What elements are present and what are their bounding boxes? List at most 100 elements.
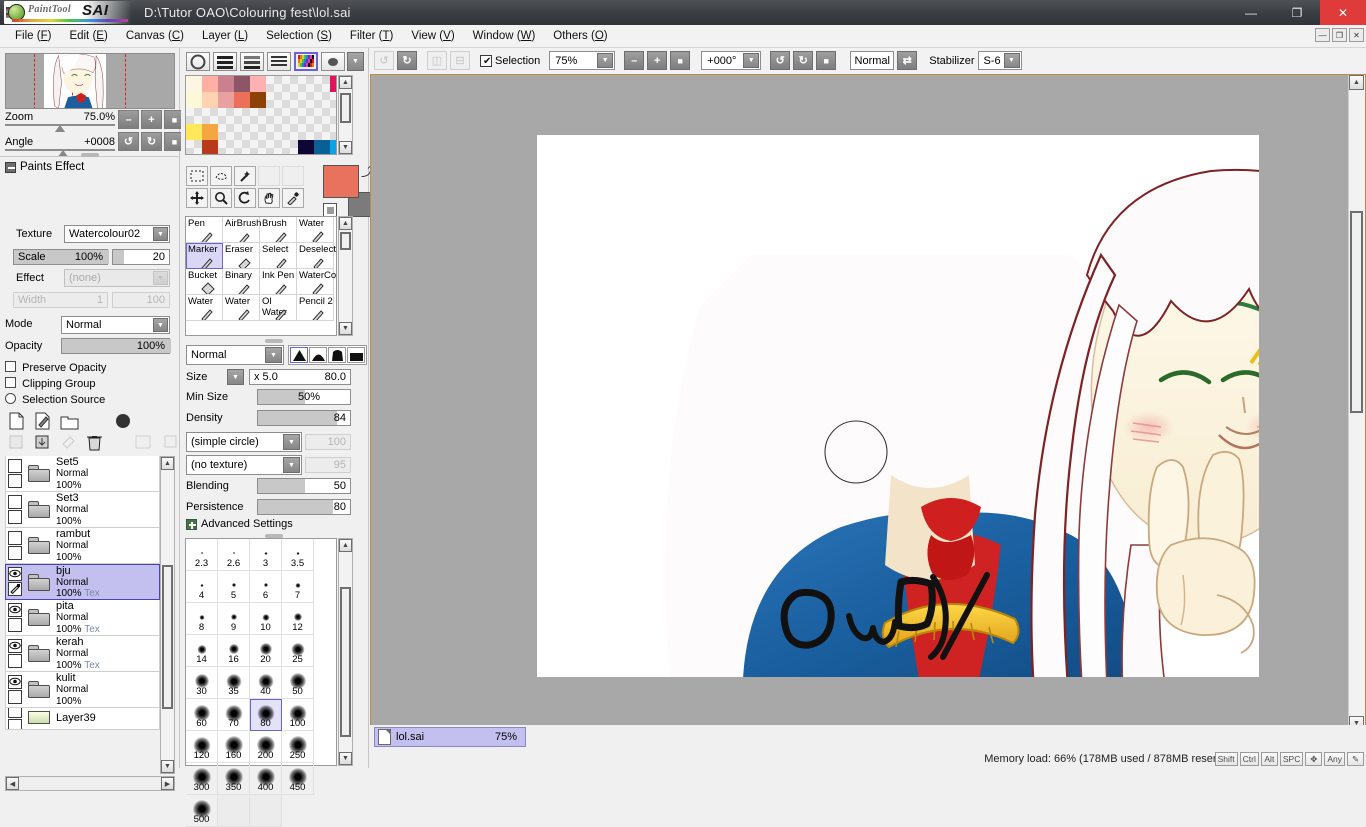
swatch-scroll-up-button[interactable]: ▲ bbox=[339, 76, 352, 89]
canvas-viewport[interactable] bbox=[371, 75, 1349, 731]
brush-blend-mode-combo[interactable]: Normal ▼ bbox=[186, 345, 284, 365]
layer-list-scrollbar[interactable]: ▲ ▼ bbox=[160, 456, 175, 774]
color-swatch[interactable] bbox=[202, 124, 218, 140]
layer-visibility-checkbox[interactable] bbox=[8, 567, 22, 581]
layer-selection-source-checkbox[interactable] bbox=[8, 718, 22, 729]
layer-selection-source-checkbox[interactable] bbox=[8, 582, 22, 596]
brush-scroll-thumb[interactable] bbox=[340, 232, 351, 250]
layer-selection-source-checkbox[interactable] bbox=[8, 473, 22, 488]
size-preset-160[interactable]: 160 bbox=[218, 731, 250, 763]
size-preset-7[interactable]: 7 bbox=[282, 571, 314, 603]
collapse-toggle-icon[interactable] bbox=[5, 161, 16, 173]
layer-visibility-checkbox[interactable] bbox=[8, 458, 22, 473]
size-scroll-thumb[interactable] bbox=[340, 587, 351, 737]
canvas-vscroll-thumb[interactable] bbox=[1350, 211, 1363, 413]
color-swatch[interactable] bbox=[186, 124, 202, 140]
brush-tool-water[interactable]: Water bbox=[223, 295, 260, 321]
color-panel-menu-button[interactable]: ▼ bbox=[347, 52, 364, 71]
layer-row[interactable]: Set3 Normal 100% bbox=[5, 492, 160, 528]
size-preset-500[interactable]: 500 bbox=[186, 795, 218, 827]
merge-down-icon[interactable] bbox=[34, 434, 51, 451]
selection-source-radio[interactable] bbox=[5, 393, 16, 404]
brush-scroll-down-button[interactable]: ▼ bbox=[339, 322, 352, 335]
color-swatch[interactable] bbox=[202, 92, 218, 108]
size-scroll-up-button[interactable]: ▲ bbox=[339, 539, 352, 552]
brush-size-preset-grid[interactable]: 2.3 2.6 3 3.5 4 5 6 7 8 9 10 12 14 16 20 25 30 35 40 50 60 70… bbox=[185, 538, 337, 827]
size-preset-button[interactable]: ▼ bbox=[227, 369, 244, 385]
size-preset-120[interactable]: 120 bbox=[186, 731, 218, 763]
color-swatch[interactable] bbox=[330, 76, 336, 92]
brush-tool-ink-pen[interactable]: Ink Pen bbox=[260, 269, 297, 295]
layer-visibility-checkbox[interactable] bbox=[8, 674, 22, 689]
magic-wand-icon[interactable] bbox=[234, 166, 256, 186]
flat-tip-icon[interactable] bbox=[328, 347, 346, 363]
rotate-icon[interactable] bbox=[234, 188, 256, 208]
color-swatch[interactable] bbox=[250, 92, 266, 108]
paints-effect-header[interactable]: Paints Effect bbox=[5, 161, 84, 173]
empty-tool-slot-1[interactable] bbox=[258, 166, 280, 186]
size-preset-3.5[interactable]: 3.5 bbox=[282, 539, 314, 571]
size-preset-60[interactable]: 60 bbox=[186, 699, 218, 731]
square-tip-icon[interactable] bbox=[347, 347, 365, 363]
brush-tool-airbrush[interactable]: AirBrush bbox=[223, 217, 261, 243]
selection-checkbox[interactable]: ✔ bbox=[480, 54, 492, 67]
size-preset-12[interactable]: 12 bbox=[282, 603, 314, 635]
color-swatch[interactable] bbox=[250, 76, 266, 92]
opacity-slider[interactable]: 100% bbox=[61, 338, 171, 354]
size-preset-250[interactable]: 250 bbox=[282, 731, 314, 763]
panel-divider-grip[interactable] bbox=[81, 153, 99, 157]
swap-icon[interactable]: ⇄ bbox=[897, 51, 918, 70]
size-slider[interactable]: x 5.0 80.0 bbox=[249, 369, 351, 385]
mdi-minimize-button[interactable]: — bbox=[1315, 28, 1330, 42]
size-preset-4[interactable]: 4 bbox=[186, 571, 218, 603]
layer-visibility-checkbox[interactable] bbox=[8, 602, 22, 617]
lasso-select-icon[interactable] bbox=[210, 166, 232, 186]
canvas-vertical-scrollbar[interactable]: ▲ ▼ bbox=[1348, 75, 1365, 731]
minsize-slider[interactable]: 50% bbox=[257, 389, 351, 405]
brush-tool-waterco[interactable]: WaterCo bbox=[297, 269, 336, 295]
swatches-icon[interactable] bbox=[294, 52, 318, 71]
layer-row[interactable]: pita Normal 100% Tex bbox=[5, 600, 160, 636]
canvas-rotate-right-button[interactable]: ↻ bbox=[793, 51, 814, 70]
size-preset-25[interactable]: 25 bbox=[282, 635, 314, 667]
brush-tool-pen[interactable]: Pen bbox=[186, 217, 223, 243]
close-button[interactable]: ✕ bbox=[1320, 0, 1366, 25]
layer-row[interactable]: rambut Normal 100% bbox=[5, 528, 160, 564]
delete-layer-icon[interactable] bbox=[86, 434, 103, 452]
zoom-out-button[interactable]: – bbox=[118, 110, 139, 129]
rotate-left-button[interactable]: ↺ bbox=[118, 132, 139, 151]
eyedropper-icon[interactable] bbox=[282, 188, 304, 208]
chevron-down-icon-cangle[interactable]: ▼ bbox=[743, 53, 760, 68]
rgb-sliders-icon[interactable] bbox=[213, 52, 237, 71]
move-icon[interactable] bbox=[186, 188, 208, 208]
color-swatch[interactable] bbox=[234, 92, 250, 108]
brush-tool-ol-water[interactable]: Ol Water bbox=[260, 295, 297, 321]
stabilizer-combo[interactable]: S-6 ▼ bbox=[977, 51, 1022, 70]
zoom-slider-knob[interactable] bbox=[55, 125, 65, 132]
brush-divider-grip[interactable] bbox=[265, 339, 283, 343]
scale-amount-slider[interactable]: 20 bbox=[112, 249, 170, 265]
mode-combo[interactable]: Normal ▼ bbox=[61, 316, 170, 334]
layer-scroll-up-button[interactable]: ▲ bbox=[161, 457, 174, 470]
foreground-color-swatch[interactable] bbox=[323, 165, 359, 198]
size-grid-scrollbar[interactable]: ▲ ▼ bbox=[338, 538, 353, 766]
size-preset-80[interactable]: 80 bbox=[250, 699, 282, 731]
layer-visibility-checkbox[interactable] bbox=[8, 494, 22, 509]
menu-canvas[interactable]: Canvas (C) bbox=[117, 27, 193, 45]
size-preset-2.3[interactable]: 2.3 bbox=[186, 539, 218, 571]
brush-tool-water[interactable]: Water bbox=[186, 295, 223, 321]
color-swatch[interactable] bbox=[314, 140, 330, 154]
hsv-sliders-icon[interactable] bbox=[240, 52, 264, 71]
color-swatch[interactable] bbox=[234, 76, 250, 92]
brush-tool-eraser[interactable]: Eraser bbox=[223, 243, 260, 269]
brush-tool-binary[interactable]: Binary bbox=[223, 269, 260, 295]
canvas-zoom-out-button[interactable]: – bbox=[624, 51, 645, 70]
chevron-down-icon-mode[interactable]: ▼ bbox=[153, 318, 168, 332]
chevron-down-icon-blend[interactable]: ▼ bbox=[265, 347, 282, 363]
navigator-preview[interactable] bbox=[5, 53, 175, 109]
color-swatch[interactable] bbox=[218, 76, 234, 92]
layer-selection-source-checkbox[interactable] bbox=[8, 617, 22, 632]
expand-plus-icon[interactable] bbox=[186, 518, 197, 530]
size-scroll-down-button[interactable]: ▼ bbox=[339, 752, 352, 765]
swatch-scrollbar[interactable]: ▲ ▼ bbox=[338, 75, 353, 155]
